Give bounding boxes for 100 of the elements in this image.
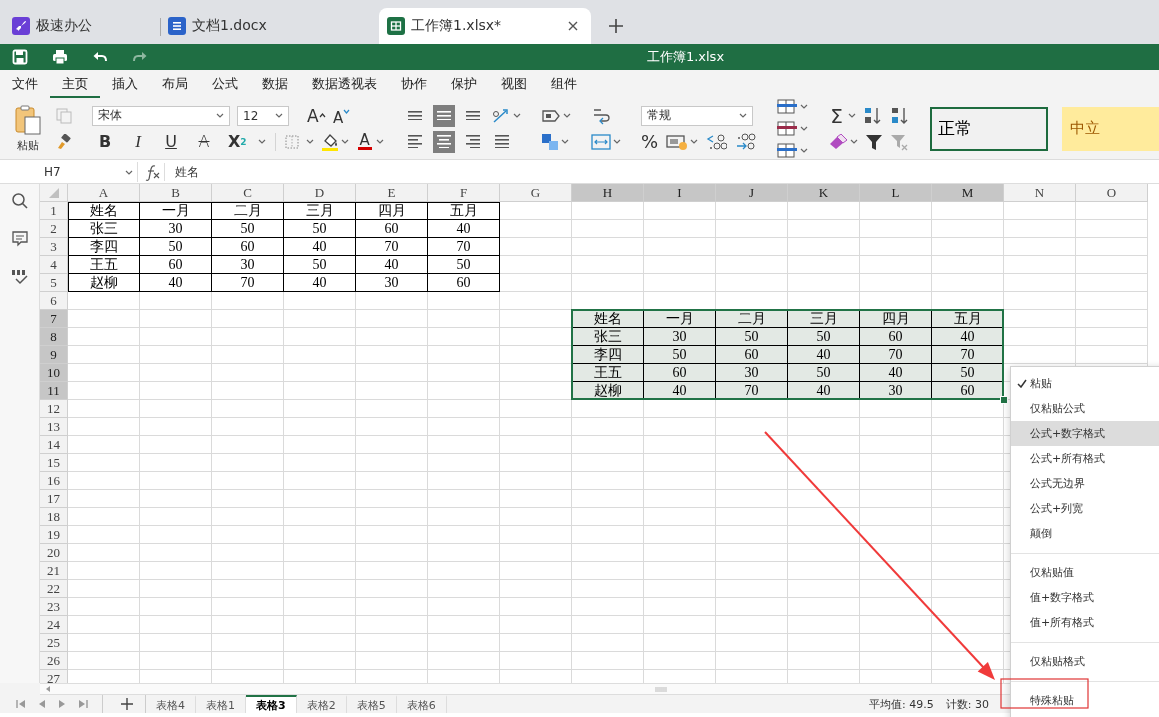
column-header[interactable]: F [428,184,500,202]
column-header[interactable]: O [1076,184,1148,202]
row-header[interactable]: 18 [40,508,68,526]
browser-tab[interactable]: 工作簿1.xlsx* [379,8,591,44]
caret-icon[interactable] [216,113,224,118]
fill-handle[interactable] [1000,396,1008,404]
row-header[interactable]: 4 [40,256,68,274]
row-header[interactable]: 9 [40,346,68,364]
decrease-font-button[interactable]: A [332,104,351,127]
spell-check-icon[interactable] [10,268,29,286]
align-center-button[interactable] [432,130,455,153]
menu-item[interactable]: 值+数字格式 [1011,585,1159,610]
caret-icon[interactable] [799,148,808,153]
sheet-tab[interactable]: 表格2 [296,695,347,713]
column-header[interactable]: M [932,184,1004,202]
sheet-tab[interactable]: 表格4 [146,695,196,713]
menu-tab[interactable]: 公式 [200,70,250,98]
caret-icon[interactable] [847,113,856,118]
previous-sheet-icon[interactable] [38,699,46,709]
column-header[interactable]: L [860,184,932,202]
cell-fill-icon[interactable] [540,132,559,151]
row-header[interactable]: 22 [40,580,68,598]
row-header[interactable]: 15 [40,454,68,472]
formula-input[interactable]: 姓名 [169,163,199,181]
menu-item[interactable]: 粘贴 [1011,371,1159,396]
font-select[interactable]: 宋体 [92,105,230,126]
align-middle-button[interactable] [432,104,455,127]
row-header[interactable]: 19 [40,526,68,544]
menu-tab[interactable]: 协作 [389,70,439,98]
caret-icon[interactable] [257,139,266,144]
menu-item[interactable]: 公式+数字格式 [1011,421,1159,446]
format-painter-icon[interactable] [56,133,72,150]
menu-item[interactable]: 特殊粘贴 [1011,688,1159,713]
menu-item[interactable]: 仅粘贴公式 [1011,396,1159,421]
menu-tab[interactable]: 视图 [489,70,539,98]
next-sheet-icon[interactable] [58,699,66,709]
row-header[interactable]: 2 [40,220,68,238]
row-header[interactable]: 14 [40,436,68,454]
italic-button[interactable]: I [125,130,151,153]
text-orientation-icon[interactable] [490,106,511,125]
row-header[interactable]: 7 [40,310,68,328]
column-header[interactable]: K [788,184,860,202]
sheet-tab[interactable]: 表格6 [396,695,447,713]
caret-icon[interactable] [275,113,283,118]
menu-tab[interactable]: 组件 [539,70,589,98]
sheet-tab[interactable]: 表格5 [346,695,397,713]
menu-tab[interactable]: 保护 [439,70,489,98]
close-icon[interactable] [567,20,579,32]
increase-font-button[interactable]: A [307,104,326,127]
menu-tab[interactable]: 文件 [0,70,50,98]
percent-button[interactable]: % [640,130,659,153]
row-header[interactable]: 21 [40,562,68,580]
filter-icon[interactable] [864,132,883,151]
row-header[interactable]: 11 [40,382,68,400]
column-header[interactable]: C [212,184,284,202]
name-box[interactable]: H7 [40,162,138,182]
menu-item[interactable]: 仅粘贴格式 [1011,649,1159,674]
cell-style-neutral[interactable]: 中立 [1061,106,1159,151]
insert-cells-icon[interactable] [775,98,798,116]
menu-tab[interactable]: 数据 [250,70,300,98]
bold-button[interactable]: B [92,130,118,153]
new-tab-icon[interactable] [609,19,623,33]
column-header[interactable]: N [1004,184,1076,202]
row-header[interactable]: 23 [40,598,68,616]
caret-icon[interactable] [689,139,698,144]
comment-icon[interactable] [10,230,29,248]
caret-icon[interactable] [512,113,521,118]
menu-tab[interactable]: 数据透视表 [300,70,389,98]
cell-style-normal[interactable]: 正常 [929,106,1048,151]
menu-tab[interactable]: 布局 [150,70,200,98]
row-header[interactable]: 13 [40,418,68,436]
column-header[interactable]: I [644,184,716,202]
menu-item[interactable]: 公式无边界 [1011,471,1159,496]
merge-cells-icon[interactable] [590,132,611,151]
paste-button[interactable]: 粘贴 [14,104,42,153]
caret-icon[interactable] [799,126,808,131]
caret-icon[interactable] [849,139,858,144]
row-header[interactable]: 12 [40,400,68,418]
row-header[interactable]: 17 [40,490,68,508]
font-size-select[interactable]: 12 [237,105,289,126]
strike-button[interactable]: A [191,130,217,153]
menu-item[interactable]: 公式+所有格式 [1011,446,1159,471]
browser-tab[interactable]: 文档1.docx [160,8,379,44]
row-header[interactable]: 27 [40,670,68,683]
sheet-tab[interactable]: 表格3 [246,695,297,713]
number-format-select[interactable]: 常规 [640,105,753,126]
caret-icon[interactable] [562,113,571,118]
menu-item[interactable]: 公式+列宽 [1011,496,1159,521]
caret-icon[interactable] [612,139,621,144]
row-header[interactable]: 6 [40,292,68,310]
row-header[interactable]: 5 [40,274,68,292]
browser-tab[interactable]: 极速办公 [4,8,160,44]
caret-icon[interactable] [305,139,314,144]
sum-button[interactable]: Σ [827,104,846,127]
row-header[interactable]: 24 [40,616,68,634]
caret-icon[interactable] [738,113,747,118]
font-color-button[interactable]: A [355,130,374,153]
column-header[interactable]: A [68,184,140,202]
currency-format-icon[interactable] [665,133,688,150]
row-header[interactable]: 20 [40,544,68,562]
